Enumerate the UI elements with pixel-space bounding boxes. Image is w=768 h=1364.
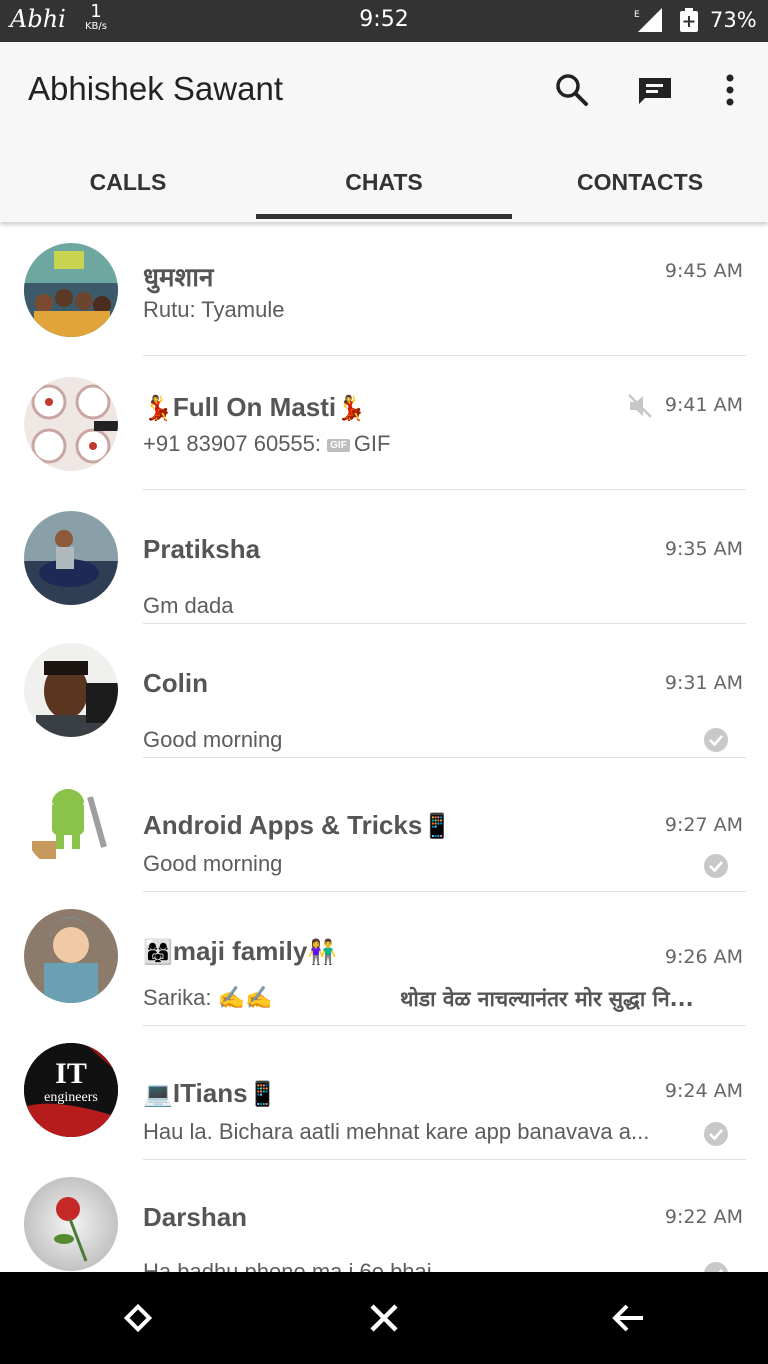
chat-name: Pratiksha — [143, 534, 261, 564]
svg-text:E: E — [634, 10, 640, 20]
tab-calls[interactable]: CALLS — [0, 144, 256, 220]
chat-name: 👩‍👩‍👧maji family👫 — [143, 936, 337, 967]
avatar[interactable] — [24, 1177, 118, 1271]
chat-last-message: Gm dada — [143, 593, 234, 618]
avatar[interactable] — [24, 377, 118, 471]
page-title: Abhishek Sawant — [28, 70, 283, 107]
chat-last-message: Good morning — [143, 851, 283, 876]
chat-name-text: Android Apps & Tricks — [143, 810, 423, 840]
chat-row-itians[interactable]: IT engineers 💻ITians📱 9:24 AM Hau la. Bi… — [0, 1026, 768, 1160]
chat-time: 9:27 AM — [664, 814, 743, 836]
chat-time: 9:35 AM — [664, 538, 743, 560]
chat-last-message: Good morning — [143, 727, 283, 752]
app-bar: Abhishek Sawant CALLS CHATS CONTACTS — [0, 42, 768, 222]
avatar[interactable] — [24, 909, 118, 1003]
chat-row-full-on-masti[interactable]: 💃Full On Masti💃 9:41 AM +91 83907 60555:… — [0, 356, 768, 490]
chat-last-message: Rutu: Tyamule — [143, 297, 285, 322]
chat-list: धुमशान 9:45 AM Rutu: Tyamule 💃Full On Ma… — [0, 222, 768, 1272]
chat-last-message: Sarika: ✍✍ — [143, 985, 273, 1010]
avatar[interactable] — [24, 243, 118, 337]
avatar[interactable] — [24, 777, 118, 871]
avatar[interactable] — [24, 511, 118, 605]
chat-last-message: Ha badhu phone ma j 6e bhai — [143, 1259, 432, 1272]
chat-last-message-preview: थोडा वेळ नाचल्यानंतर मोर सुद्धा नि... — [400, 987, 694, 1011]
chat-name-text: maji family — [172, 936, 308, 966]
chat-row-maji-family[interactable]: 👩‍👩‍👧maji family👫 9:26 AM Sarika: ✍✍ थोड… — [0, 892, 768, 1026]
phone-emoji: 📱 — [422, 813, 453, 840]
read-check-icon — [704, 854, 728, 878]
chat-time: 9:41 AM — [664, 394, 743, 416]
chat-last-message: Hau la. Bichara aatli mehnat kare app ba… — [143, 1119, 650, 1144]
home-icon[interactable] — [366, 1300, 402, 1336]
chat-row-android-apps-tricks[interactable]: Android Apps & Tricks📱 9:27 AM Good morn… — [0, 758, 768, 892]
chat-name: धुमशान — [143, 262, 214, 292]
chat-time: 9:24 AM — [664, 1080, 743, 1102]
chat-row-darshan[interactable]: Darshan 9:22 AM Ha badhu phone ma j 6e b… — [0, 1160, 768, 1272]
chat-name-text: Full On Masti — [172, 392, 337, 422]
chat-name: 💻ITians📱 — [143, 1078, 277, 1109]
overflow-menu-icon[interactable] — [712, 72, 748, 108]
read-check-icon — [704, 728, 728, 752]
chat-time: 9:22 AM — [664, 1206, 743, 1228]
avatar-text-it: IT — [55, 1057, 87, 1090]
dancer-emoji: 💃 — [143, 395, 173, 422]
chat-last-message: +91 83907 60555: GIF GIF — [143, 431, 390, 457]
back-icon[interactable] — [610, 1300, 646, 1336]
tab-selected-indicator — [256, 214, 512, 219]
chat-name: Android Apps & Tricks📱 — [143, 810, 452, 841]
chat-time: 9:31 AM — [664, 672, 743, 694]
chat-name: Darshan — [143, 1202, 248, 1232]
navigation-bar — [0, 1272, 768, 1364]
battery-icon — [680, 8, 698, 32]
family-emoji: 👩‍👩‍👧 — [143, 939, 173, 966]
chat-last-message-sender: +91 83907 60555: — [143, 431, 322, 456]
read-check-icon — [704, 1262, 728, 1272]
muted-icon — [628, 394, 652, 418]
read-check-icon — [704, 1122, 728, 1146]
chat-row-colin[interactable]: Colin 9:31 AM Good morning — [0, 624, 768, 758]
phone-emoji: 📱 — [247, 1081, 278, 1108]
chat-time: 9:45 AM — [664, 260, 743, 282]
signal-icon: E — [634, 8, 662, 32]
chat-name-text: ITians — [172, 1078, 248, 1108]
tab-chats[interactable]: CHATS — [256, 144, 512, 220]
new-chat-icon[interactable] — [637, 72, 673, 108]
avatar[interactable] — [24, 643, 118, 737]
status-bar: Abhi 1 KB/s 9:52 E 73% — [0, 0, 768, 42]
dancer-emoji: 💃 — [336, 395, 367, 422]
battery-percent: 73% — [710, 8, 757, 32]
couple-emoji: 👫 — [307, 939, 338, 966]
chat-last-message-gif: GIF — [353, 431, 391, 456]
laptop-emoji: 💻 — [143, 1081, 173, 1108]
chat-name: Colin — [143, 668, 208, 698]
chat-row-pratiksha[interactable]: Pratiksha 9:35 AM Gm dada — [0, 490, 768, 624]
recents-icon[interactable] — [120, 1300, 156, 1336]
chat-time: 9:26 AM — [664, 946, 743, 968]
tab-contacts[interactable]: CONTACTS — [512, 144, 768, 220]
gif-badge: GIF — [327, 439, 350, 452]
avatar[interactable]: IT engineers — [24, 1043, 118, 1137]
chat-row-dhumshan[interactable]: धुमशान 9:45 AM Rutu: Tyamule — [0, 222, 768, 356]
search-icon[interactable] — [554, 72, 590, 108]
chat-name: 💃Full On Masti💃 — [143, 392, 366, 423]
avatar-text-engineers: engineers — [44, 1090, 98, 1105]
